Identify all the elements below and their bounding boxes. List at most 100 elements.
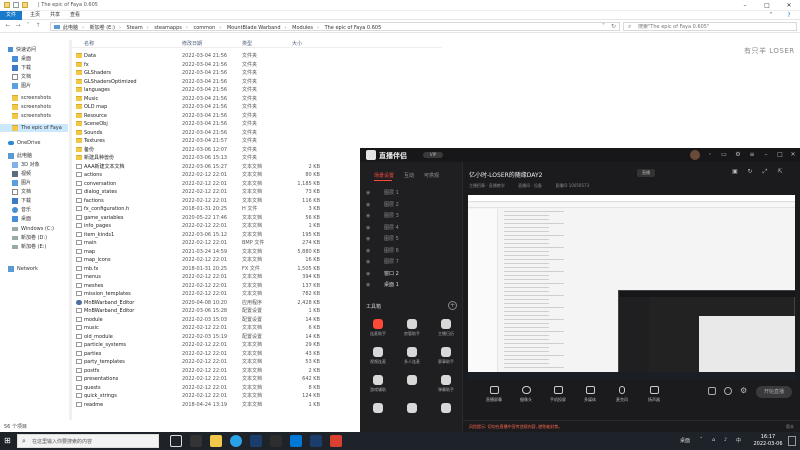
message-icon[interactable]: ▭ — [720, 151, 728, 159]
column-size[interactable]: 大小 — [292, 40, 302, 47]
sidebar-item-onedrive[interactable]: OneDrive — [0, 139, 68, 147]
avatar[interactable] — [690, 150, 700, 160]
tool-button[interactable]: 主播日历 — [430, 317, 462, 343]
tool-button[interactable]: 视频连麦 — [362, 345, 394, 371]
refresh-icon[interactable]: ↻ — [611, 23, 616, 30]
sidebar-item-screenshots[interactable]: screenshots — [0, 112, 68, 120]
steam-icon[interactable] — [250, 435, 262, 447]
steam-icon[interactable] — [310, 435, 322, 447]
file-row[interactable]: 新建具种兽份 2022-03-06 15:13 文件夹 — [72, 154, 362, 162]
breadcrumb-item[interactable]: 新加卷 (E:) — [90, 25, 115, 31]
record-icon[interactable] — [708, 387, 716, 395]
tool-button[interactable]: 游戏辅助 — [362, 373, 394, 399]
breadcrumb-item[interactable]: MountBlade Warband — [227, 25, 281, 31]
file-row[interactable]: AAA新建文本文档 2022-03-06 15:27 文本文档 2 KB — [72, 163, 362, 171]
search-box[interactable]: ⌕ — [623, 22, 797, 31]
stream-tag[interactable]: 直播 — [637, 169, 655, 177]
file-row[interactable]: OLD map 2022-03-04 21:56 文件夹 — [72, 103, 362, 111]
sidebar-item-music[interactable]: 音乐 — [0, 206, 68, 214]
camera-button[interactable]: 摄像头 — [512, 384, 540, 406]
breadcrumb-item[interactable]: steamapps — [154, 25, 182, 31]
layer-item[interactable]: ◉ 窗口 2 — [364, 269, 460, 279]
speaker-button[interactable]: 扬声器 — [640, 384, 668, 406]
eye-icon[interactable]: ◉ — [366, 223, 370, 233]
tab-interaction[interactable]: 互动 — [404, 172, 414, 179]
tab-viewable[interactable]: 可供观 — [424, 172, 439, 179]
file-row[interactable]: fx 2022-03-04 21:56 文件夹 — [72, 61, 362, 69]
layer-item[interactable]: ◉ 图层 3 — [364, 211, 460, 221]
file-row[interactable]: MnBWarband_Editor 2022-03-06 15:28 配置设置 1 K… — [72, 307, 362, 315]
file-row[interactable]: Data 2022-03-04 21:56 文件夹 — [72, 52, 362, 60]
file-row[interactable]: old_module 2022-02-03 15:19 配置设置 14 KB — [72, 333, 362, 341]
tab-share[interactable]: 共享 — [44, 11, 66, 20]
file-row[interactable]: menus 2022-02-12 22:01 文本文档 394 KB — [72, 273, 362, 281]
phone-cast-button[interactable]: 手机投屏 — [544, 384, 572, 406]
tool-button[interactable] — [396, 401, 428, 427]
add-tool-icon[interactable]: + — [448, 301, 457, 310]
windows-start-icon[interactable]: ⊞ — [4, 437, 12, 445]
tool-button[interactable]: 赛事助手 — [430, 345, 462, 371]
tab-file[interactable]: 文件 — [0, 11, 23, 20]
fullscreen-icon[interactable]: ⤢ — [761, 168, 769, 176]
layer-item[interactable]: ◉ 图层 5 — [364, 234, 460, 244]
vip-badge[interactable]: VIP — [423, 152, 443, 158]
file-row[interactable]: quick_strings 2022-02-12 22:01 文本文档 124 KB — [72, 392, 362, 400]
sidebar-item-drive-d[interactable]: 新加卷 (D:) — [0, 234, 68, 242]
file-row[interactable]: Sounds 2022-03-04 21:56 文件夹 — [72, 129, 362, 137]
sidebar-item-quick-access[interactable]: 快速访问 — [0, 46, 68, 54]
properties-icon[interactable] — [13, 2, 19, 8]
app-icon[interactable] — [270, 435, 282, 447]
recent-dropdown-icon[interactable]: ˅ — [24, 22, 32, 30]
back-icon[interactable]: ← — [4, 22, 12, 30]
expand-icon[interactable]: ⇱ — [776, 168, 784, 176]
breadcrumb-item[interactable]: Steam — [127, 25, 143, 31]
file-row[interactable]: Music 2022-03-04 21:56 文件夹 — [72, 95, 362, 103]
eye-icon[interactable]: ◉ — [366, 280, 370, 290]
tray-label[interactable]: 桌面 — [680, 437, 690, 444]
sidebar-item-drive-c[interactable]: Windows (C:) — [0, 225, 68, 233]
search-input[interactable] — [638, 24, 788, 30]
layer-item[interactable]: ◉ 图层 6 — [364, 246, 460, 256]
menu-icon[interactable]: ≡ — [748, 151, 756, 159]
file-row[interactable]: GLShaders 2022-03-04 21:56 文件夹 — [72, 69, 362, 77]
layer-item[interactable]: ◉ 桌面 1 — [364, 280, 460, 290]
file-row[interactable]: Textures 2022-03-04 21:57 文件夹 — [72, 137, 362, 145]
breadcrumb-item[interactable]: The epic of Faya 0.605 — [325, 25, 382, 31]
new-folder-icon[interactable] — [22, 2, 28, 8]
settings-icon[interactable]: ⚙ — [734, 151, 742, 159]
tool-button[interactable] — [362, 401, 394, 427]
file-row[interactable]: factions 2022-02-12 22:01 文本文档 116 KB — [72, 197, 362, 205]
eye-icon[interactable]: ◉ — [366, 188, 370, 198]
tool-button[interactable]: 连麦助手 — [362, 317, 394, 343]
column-date[interactable]: 修改日期 — [182, 40, 202, 47]
tab-scene[interactable]: 场景设置 — [374, 172, 394, 179]
address-bar[interactable]: 此电脑 › 新加卷 (E:) › Steam › steamapps › common ›… — [50, 22, 620, 31]
eye-icon[interactable]: ◉ — [366, 211, 370, 221]
tab-view[interactable]: 查看 — [64, 11, 86, 20]
maximize-icon[interactable]: □ — [776, 151, 784, 159]
file-row[interactable]: music 2022-02-12 22:01 文本文档 6 KB — [72, 324, 362, 332]
stream-title[interactable]: 亿小时-LOSER的随缘DAY2 — [469, 170, 542, 179]
sidebar-item-downloads[interactable]: 下载 — [0, 64, 68, 72]
sidebar-item-screenshots[interactable]: screenshots — [0, 103, 68, 111]
sidebar-item-documents[interactable]: 文档 — [0, 73, 68, 81]
file-row[interactable]: MnBWarband_Editor 2020-04-08 10:20 应用程序 2,4… — [72, 299, 362, 307]
file-row[interactable]: fx_configuration.h 2018-01-31 20:25 H 文件 3 … — [72, 205, 362, 213]
preview-icon[interactable]: ▣ — [731, 168, 739, 176]
file-row[interactable]: actions 2022-02-12 22:01 文本文档 80 KB — [72, 171, 362, 179]
file-row[interactable]: meshes 2022-02-12 22:01 文本文档 137 KB — [72, 282, 362, 290]
edge-browser-icon[interactable] — [230, 435, 242, 447]
stream-preview[interactable] — [468, 195, 795, 380]
file-row[interactable]: mb.fx 2018-01-31 20:25 FX 文件 1,505 KB — [72, 265, 362, 273]
minimize-icon[interactable]: – — [762, 151, 770, 159]
file-row[interactable]: parties 2022-02-12 22:01 文本文档 43 KB — [72, 350, 362, 358]
file-row[interactable]: presentations 2022-02-12 22:01 文本文档 642 KB — [72, 375, 362, 383]
sidebar-item-epic-of-faya[interactable]: The epic of Faya — [0, 124, 68, 132]
file-row[interactable]: info_pages 2022-02-12 22:01 文本文档 1 KB — [72, 222, 362, 230]
file-row[interactable]: GLShadersOptimized 2022-03-04 21:56 文件夹 — [72, 78, 362, 86]
clock[interactable]: 16:17 2022-03-06 — [752, 434, 784, 448]
sidebar-item-downloads[interactable]: 下载 — [0, 197, 68, 205]
sidebar-item-desktop[interactable]: 桌面 — [0, 55, 68, 63]
user-icon[interactable]: ◦ — [706, 151, 714, 159]
screen-capture-button[interactable]: 直播屏幕 — [480, 384, 508, 406]
